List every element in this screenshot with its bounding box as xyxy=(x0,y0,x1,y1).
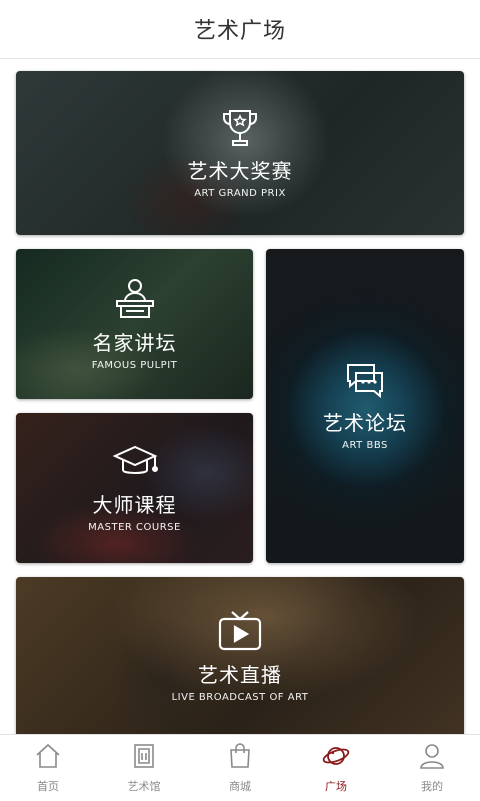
shopping-bag-icon xyxy=(226,742,254,774)
tab-label: 广场 xyxy=(325,780,347,793)
tab-label: 艺术馆 xyxy=(127,780,161,793)
home-icon xyxy=(34,742,62,774)
lectern-icon xyxy=(112,277,158,321)
square-content: 艺术大奖赛 ART GRAND PRIX 名家讲坛 FAMOUS PULPIT xyxy=(0,59,480,734)
trophy-icon xyxy=(220,107,260,149)
tab-mine[interactable]: 我的 xyxy=(384,735,480,801)
famous-pulpit-card[interactable]: 名家讲坛 FAMOUS PULPIT xyxy=(16,249,253,399)
live-broadcast-card[interactable]: 艺术直播 LIVE BROADCAST OF ART xyxy=(16,577,464,734)
tab-square[interactable]: 广场 xyxy=(288,735,384,801)
card-subtitle: ART GRAND PRIX xyxy=(194,188,286,199)
user-icon xyxy=(418,742,446,774)
art-bbs-card[interactable]: 艺术论坛 ART BBS xyxy=(266,249,464,563)
tab-label: 我的 xyxy=(421,780,443,793)
card-title: 艺术论坛 xyxy=(323,411,407,435)
card-subtitle: ART BBS xyxy=(342,440,388,451)
card-title: 大师课程 xyxy=(92,493,177,517)
gallery-icon xyxy=(130,742,158,774)
card-title: 艺术大奖赛 xyxy=(187,159,293,183)
chat-bubbles-icon xyxy=(344,361,386,401)
graduation-cap-icon xyxy=(112,443,158,483)
card-subtitle: LIVE BROADCAST OF ART xyxy=(171,691,309,703)
top-bar: 艺术广场 xyxy=(0,0,480,59)
planet-icon xyxy=(321,742,351,774)
tv-play-icon xyxy=(217,609,263,653)
page-title: 艺术广场 xyxy=(193,19,286,44)
tab-label: 商城 xyxy=(229,780,251,793)
tab-mall[interactable]: 商城 xyxy=(192,735,288,801)
card-subtitle: FAMOUS PULPIT xyxy=(91,360,178,371)
master-course-card[interactable]: 大师课程 MASTER COURSE xyxy=(16,413,253,563)
tab-gallery[interactable]: 艺术馆 xyxy=(96,735,192,801)
tab-label: 首页 xyxy=(37,780,59,793)
tab-home[interactable]: 首页 xyxy=(0,735,96,801)
card-title: 名家讲坛 xyxy=(92,331,177,355)
art-grand-prix-card[interactable]: 艺术大奖赛 ART GRAND PRIX xyxy=(16,71,464,235)
card-title: 艺术直播 xyxy=(198,662,282,687)
card-subtitle: MASTER COURSE xyxy=(88,522,181,533)
bottom-tab-bar: 首页 艺术馆 商城 广场 我的 xyxy=(0,734,480,801)
